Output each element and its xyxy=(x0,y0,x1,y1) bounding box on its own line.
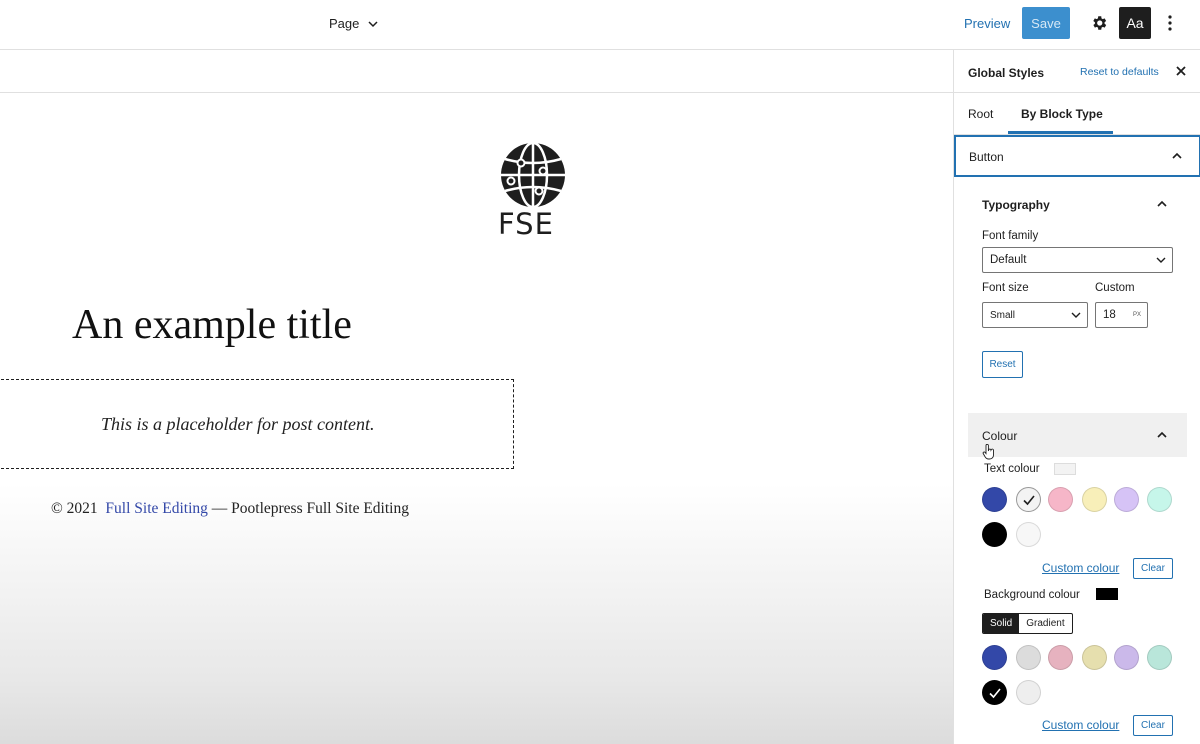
background-colour-preview xyxy=(1096,588,1118,600)
bg-swatch-mint[interactable] xyxy=(1147,645,1172,670)
sidebar-tabs: Root By Block Type xyxy=(954,93,1200,135)
background-type-toggle: Solid Gradient xyxy=(982,613,1073,634)
global-styles-button[interactable]: Aa xyxy=(1119,7,1151,39)
font-family-select[interactable]: Default xyxy=(982,247,1173,273)
bg-swatch-white[interactable] xyxy=(1016,680,1041,705)
chevron-up-icon[interactable] xyxy=(1156,198,1168,210)
custom-font-size-value: 18 xyxy=(1103,309,1116,321)
more-options-icon[interactable] xyxy=(1164,14,1176,32)
bg-swatch-grey[interactable] xyxy=(1016,645,1041,670)
global-styles-sidebar: Global Styles Reset to defaults Root By … xyxy=(953,50,1200,744)
globe-logo-icon xyxy=(501,141,565,209)
font-size-select[interactable]: Small xyxy=(982,302,1088,328)
bg-swatch-yellow[interactable] xyxy=(1082,645,1107,670)
custom-font-size-input[interactable]: 18 PX xyxy=(1095,302,1148,328)
close-icon[interactable] xyxy=(1175,65,1187,77)
colour-panel-header[interactable]: Colour xyxy=(968,413,1187,457)
colour-panel-title: Colour xyxy=(982,429,1018,443)
site-footer: © 2021 Full Site Editing — Pootlepress F… xyxy=(51,500,409,518)
bg-swatch-black[interactable] xyxy=(982,680,1007,705)
chevron-down-icon xyxy=(1156,257,1166,263)
text-colour-label: Text colour xyxy=(984,463,1040,475)
footer-site-link[interactable]: Full Site Editing xyxy=(105,500,207,517)
bg-swatch-pink[interactable] xyxy=(1048,645,1073,670)
bg-swatch-blue[interactable] xyxy=(982,645,1007,670)
editor-canvas[interactable]: FSE An example title This is a placehold… xyxy=(0,93,953,744)
bg-swatch-purple[interactable] xyxy=(1114,645,1139,670)
solid-tab[interactable]: Solid xyxy=(983,614,1020,633)
font-family-value: Default xyxy=(990,254,1027,266)
chevron-up-icon xyxy=(1157,431,1167,438)
sidebar-header: Global Styles Reset to defaults xyxy=(954,50,1200,93)
footer-copyright: © 2021 xyxy=(51,500,98,517)
save-button[interactable]: Save xyxy=(1022,7,1070,39)
preview-button[interactable]: Preview xyxy=(964,16,1010,31)
footer-tagline: — Pootlepress Full Site Editing xyxy=(211,500,409,517)
typography-panel-title[interactable]: Typography xyxy=(982,198,1050,212)
text-colour-clear-button[interactable]: Clear xyxy=(1133,558,1173,579)
text-swatch-blue[interactable] xyxy=(982,487,1007,512)
post-content-text: This is a placeholder for post content. xyxy=(101,414,375,434)
text-swatch-purple[interactable] xyxy=(1114,487,1139,512)
font-family-label: Font family xyxy=(982,230,1039,242)
text-swatch-pink[interactable] xyxy=(1048,487,1073,512)
post-title[interactable]: An example title xyxy=(72,301,352,349)
sidebar-title: Global Styles xyxy=(968,66,1045,80)
chevron-down-icon xyxy=(1071,312,1081,318)
typography-reset-button[interactable]: Reset xyxy=(982,351,1023,378)
page-template-dropdown[interactable]: Page xyxy=(329,16,379,31)
text-swatch-yellow[interactable] xyxy=(1082,487,1107,512)
text-swatch-black[interactable] xyxy=(982,522,1007,547)
check-icon xyxy=(1022,494,1035,505)
post-content-placeholder[interactable]: This is a placeholder for post content. xyxy=(0,379,514,469)
check-icon xyxy=(988,687,1001,698)
block-panel-button[interactable]: Button xyxy=(954,135,1200,177)
tab-by-block-type[interactable]: By Block Type xyxy=(1021,107,1103,121)
page-template-label: Page xyxy=(329,16,360,31)
custom-size-label: Custom xyxy=(1095,282,1135,294)
tab-root[interactable]: Root xyxy=(968,107,993,121)
text-custom-colour-button[interactable]: Custom colour xyxy=(1042,561,1119,575)
block-panel-title: Button xyxy=(969,150,1004,164)
chevron-down-icon xyxy=(368,20,378,27)
editor-top-bar: Page Preview Save Aa xyxy=(0,0,1200,50)
font-size-unit: PX xyxy=(1132,312,1141,318)
chevron-up-icon xyxy=(1172,152,1182,159)
site-logo-text: FSE xyxy=(498,207,554,241)
active-tab-indicator xyxy=(1008,131,1113,134)
text-swatch-white[interactable] xyxy=(1016,522,1041,547)
text-swatch-mint[interactable] xyxy=(1147,487,1172,512)
hand-cursor-icon xyxy=(982,444,994,460)
background-colour-clear-button[interactable]: Clear xyxy=(1133,715,1173,736)
background-custom-colour-button[interactable]: Custom colour xyxy=(1042,718,1119,732)
reset-to-defaults-button[interactable]: Reset to defaults xyxy=(1080,66,1159,78)
gradient-tab[interactable]: Gradient xyxy=(1019,614,1071,633)
font-size-value: Small xyxy=(990,309,1016,321)
gear-icon[interactable] xyxy=(1090,14,1108,32)
text-swatch-light-grey[interactable] xyxy=(1016,487,1041,512)
text-colour-preview xyxy=(1054,463,1076,475)
background-colour-label: Background colour xyxy=(984,589,1080,601)
block-toolbar-area xyxy=(0,50,953,93)
font-size-label: Font size xyxy=(982,282,1029,294)
